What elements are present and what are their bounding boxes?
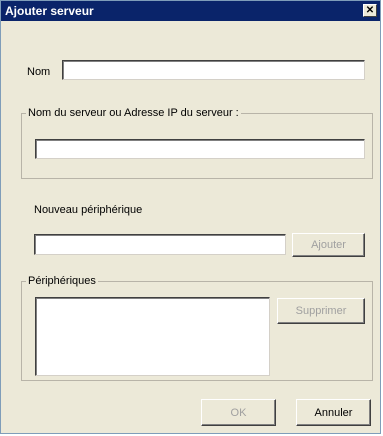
remove-device-button[interactable]: Supprimer xyxy=(277,298,365,324)
close-icon: ✕ xyxy=(365,5,375,16)
devices-listbox[interactable] xyxy=(35,297,270,376)
add-device-button[interactable]: Ajouter xyxy=(292,233,365,257)
devices-group-label: Périphériques xyxy=(26,275,98,287)
ok-button[interactable]: OK xyxy=(201,399,276,426)
server-input[interactable] xyxy=(35,139,365,159)
new-device-input[interactable] xyxy=(34,234,286,255)
add-server-dialog: Ajouter serveur ✕ Nom Nom du serveur ou … xyxy=(0,0,381,434)
nom-input[interactable] xyxy=(62,60,365,80)
new-device-label: Nouveau périphérique xyxy=(34,204,143,216)
close-button[interactable]: ✕ xyxy=(363,4,377,17)
server-group-label: Nom du serveur ou Adresse IP du serveur … xyxy=(26,107,241,119)
title-bar[interactable]: Ajouter serveur ✕ xyxy=(1,1,380,21)
nom-label: Nom xyxy=(27,66,51,78)
cancel-button[interactable]: Annuler xyxy=(296,399,371,426)
dialog-title: Ajouter serveur xyxy=(5,4,94,18)
